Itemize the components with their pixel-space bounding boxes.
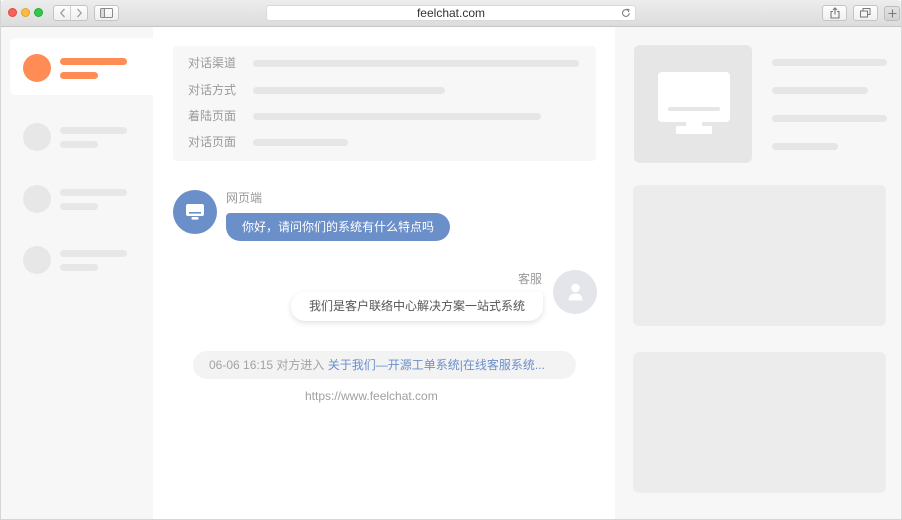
chevron-right-icon	[76, 8, 82, 18]
skeleton-line	[60, 250, 127, 257]
conversation-avatar	[23, 185, 51, 213]
detail-panel	[615, 27, 902, 520]
visitor-entered-notice: 06-06 16:15 对方进入 关于我们—开源工单系统|在线客服系统...	[193, 351, 576, 379]
back-button[interactable]	[54, 6, 70, 20]
skeleton-line	[772, 115, 887, 122]
skeleton-line	[253, 113, 541, 120]
close-window-button[interactable]	[8, 8, 17, 17]
skeleton-line	[60, 141, 98, 148]
notice-event: 对方进入	[276, 358, 325, 372]
skeleton-line	[253, 60, 579, 67]
field-label: 着陆页面	[188, 109, 237, 123]
skeleton-line	[60, 189, 127, 196]
reload-icon	[621, 8, 630, 17]
landing-page-url: https://www.feelchat.com	[305, 389, 438, 403]
address-bar[interactable]: feelchat.com	[266, 5, 636, 21]
skeleton-line	[772, 59, 887, 66]
conversation-item-selected[interactable]	[10, 38, 153, 95]
agent-message-bubble: 我们是客户联络中心解决方案一站式系统	[290, 292, 543, 321]
monitor-icon	[658, 72, 730, 134]
conversation-item[interactable]	[10, 107, 153, 164]
skeleton-line	[253, 139, 348, 146]
session-info-row: 对话页面	[173, 134, 596, 150]
sidebar-toggle-button[interactable]	[94, 5, 119, 21]
field-label: 对话页面	[188, 135, 237, 149]
conversation-item[interactable]	[10, 169, 153, 226]
person-icon	[568, 283, 582, 301]
field-label: 对话渠道	[188, 56, 237, 70]
page-thumbnail	[634, 45, 752, 163]
chevron-left-icon	[59, 8, 65, 18]
new-tab-button[interactable]	[884, 6, 900, 21]
landing-page-link[interactable]: 关于我们—开源工单系统|在线客服系统...	[328, 358, 545, 372]
visitor-avatar	[173, 190, 217, 234]
show-tabs-button[interactable]	[853, 5, 878, 21]
title-bar: feelchat.com	[0, 0, 902, 27]
sidebar-icon	[100, 8, 113, 18]
conversation-avatar	[23, 246, 51, 274]
browser-window: feelchat.com 对话渠道 对话方式 着陆页面 对话页面 网页端 你好，…	[0, 0, 902, 520]
placeholder-card	[633, 352, 886, 493]
conversation-list	[0, 27, 153, 520]
forward-button[interactable]	[71, 6, 87, 20]
conversation-avatar	[23, 123, 51, 151]
minimize-window-button[interactable]	[21, 8, 30, 17]
skeleton-line	[60, 58, 127, 65]
skeleton-line	[60, 72, 98, 79]
conversation-avatar	[23, 54, 51, 82]
plus-icon	[888, 9, 896, 18]
skeleton-line	[772, 87, 868, 94]
back-forward-group	[53, 5, 88, 21]
reload-button[interactable]	[621, 8, 631, 18]
visitor-message-bubble: 你好，请问你们的系统有什么特点吗	[226, 213, 451, 241]
maximize-window-button[interactable]	[34, 8, 43, 17]
agent-name: 客服	[517, 272, 542, 286]
share-button[interactable]	[822, 5, 847, 21]
session-info-row: 对话渠道	[173, 55, 596, 71]
conversation-item[interactable]	[10, 230, 153, 287]
skeleton-line	[60, 264, 98, 271]
chat-pane: 对话渠道 对话方式 着陆页面 对话页面 网页端 你好，请问你们的系统有什么特点吗…	[153, 27, 615, 520]
skeleton-line	[60, 203, 98, 210]
share-icon	[829, 7, 840, 19]
session-info-row: 对话方式	[173, 82, 596, 98]
skeleton-line	[60, 127, 127, 134]
visitor-name: 网页端	[226, 191, 263, 205]
notice-time: 06-06 16:15	[209, 358, 274, 372]
address-text: feelchat.com	[416, 6, 486, 20]
monitor-icon	[186, 204, 204, 220]
agent-avatar	[553, 270, 597, 314]
placeholder-card	[633, 185, 886, 326]
tabs-icon	[860, 8, 871, 18]
session-info-row: 着陆页面	[173, 108, 596, 124]
field-label: 对话方式	[188, 83, 237, 97]
skeleton-line	[772, 143, 838, 150]
session-info-panel: 对话渠道 对话方式 着陆页面 对话页面	[173, 46, 596, 161]
skeleton-line	[253, 87, 445, 94]
